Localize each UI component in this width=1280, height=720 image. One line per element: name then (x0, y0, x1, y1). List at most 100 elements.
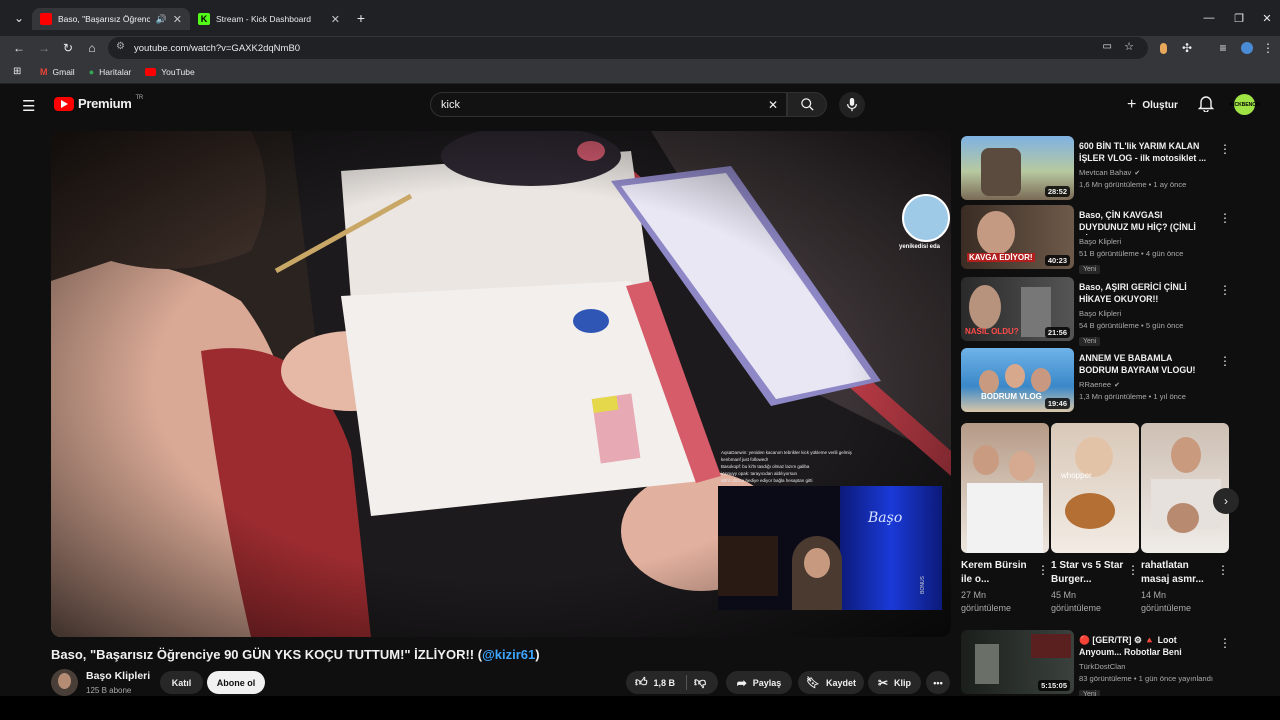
recommended-video[interactable]: 28:52 600 BİN TL'lik YARIM KALAN İŞLER V… (961, 136, 1231, 200)
tab-kick-dashboard[interactable]: K Stream - Kick Dashboard ✕ (190, 8, 348, 30)
close-tab-icon[interactable]: ✕ (173, 13, 182, 26)
short-item[interactable]: rahatlatan masaj asmr... 14 Mn görüntüle… (1141, 423, 1229, 615)
close-window-icon[interactable]: ✕ (1250, 0, 1280, 36)
shorts-next-button[interactable]: › (1213, 488, 1239, 514)
video-thumbnail[interactable]: 28:52 (961, 136, 1074, 200)
clear-search-icon[interactable]: ✕ (768, 98, 778, 112)
save-button[interactable]: 🔖︎ Kaydet (798, 671, 864, 694)
site-info-icon[interactable]: ⚙ (116, 41, 125, 52)
subscribe-label: Abone ol (216, 677, 256, 688)
clip-label: Klip (894, 677, 912, 688)
search-input[interactable]: kick ✕ (430, 92, 787, 117)
channel-name[interactable]: Başo Klipleri (1079, 309, 1121, 318)
video-player[interactable]: yenikedisi eda AqsaDanwin: yeniden kacan… (51, 131, 951, 637)
dislike-icon[interactable]: 👎︎ (694, 675, 706, 690)
video-title[interactable]: Baso, ÇİN KAVGASI DUYDUNUZ MU HİÇ? (ÇİNL… (1079, 209, 1209, 235)
more-vertical-icon[interactable]: ⋮ (1219, 142, 1231, 156)
extensions-puzzle-icon[interactable]: ✣ (1176, 38, 1198, 58)
forward-icon[interactable]: → (33, 38, 55, 58)
more-vertical-icon[interactable]: ⋮ (1127, 563, 1139, 577)
title-mention-link[interactable]: @kizir61 (482, 647, 535, 662)
like-count[interactable]: 1,8 B (654, 678, 676, 688)
video-title: Baso, "Başarısız Öğrenciye 90 GÜN YKS KO… (51, 647, 540, 662)
recommended-video[interactable]: BODRUM VLOG 19:46 ANNEM VE BABAMLA BODRU… (961, 348, 1231, 412)
join-button[interactable]: Katıl (160, 671, 203, 694)
recommended-video[interactable]: NASIL OLDU? 21:56 Baso, AŞIRI GERİCİ ÇİN… (961, 277, 1231, 346)
short-thumbnail[interactable]: whopper (1051, 423, 1139, 553)
tab-youtube[interactable]: Baso, "Başarısız Öğrenciye 90 GÜN YKS KO… (32, 8, 190, 30)
short-item[interactable]: whopper 1 Star vs 5 Star Burger... 45 Mn… (1051, 423, 1139, 615)
channel-name[interactable]: Başo Klipleri (86, 670, 150, 682)
account-avatar[interactable]: KICKBENCH (1230, 94, 1260, 115)
more-vertical-icon[interactable]: ⋮ (1217, 563, 1229, 577)
search-icon (800, 98, 814, 111)
tab-search-chevron-icon[interactable]: ⌄ (8, 8, 30, 28)
bookmark-youtube[interactable]: YouTube (145, 67, 195, 77)
home-icon[interactable]: ⌂ (81, 38, 103, 58)
back-icon[interactable]: ← (8, 38, 30, 58)
browser-toolbar: ← → ↻ ⌂ ⚙ youtube.com/watch?v=GAXK2dqNmB… (0, 36, 1280, 60)
youtube-icon (145, 67, 157, 76)
bookmark-star-icon[interactable]: ☆ (1124, 40, 1134, 53)
short-item[interactable]: Kerem Bürsin ile o... 27 Mn görüntüleme … (961, 423, 1049, 615)
profile-icon[interactable] (1236, 38, 1258, 58)
media-control-icon[interactable]: ≡ (1212, 38, 1234, 58)
youtube-logo[interactable]: Premium TR (54, 95, 143, 111)
browser-menu-icon[interactable]: ⋮ (1260, 38, 1276, 58)
more-vertical-icon[interactable]: ⋮ (1219, 211, 1231, 225)
channel-name[interactable]: RRaenee (1079, 380, 1111, 389)
search-button[interactable] (787, 92, 827, 117)
cast-icon[interactable]: ▭ (1103, 41, 1112, 52)
subscribe-button[interactable]: Abone ol (207, 671, 265, 694)
recommended-video[interactable]: KAVGA EDİYOR! 40:23 Baso, ÇİN KAVGASI DU… (961, 205, 1231, 274)
video-thumbnail[interactable]: NASIL OLDU? 21:56 (961, 277, 1074, 341)
streamer-cat-avatar (902, 194, 950, 242)
bookmark-gmail[interactable]: M Gmail (40, 67, 75, 77)
create-button[interactable]: + Oluştur (1127, 96, 1178, 114)
share-label: Paylaş (752, 677, 782, 688)
tab-title: Baso, "Başarısız Öğrenciye 90 GÜN YKS KO… (58, 14, 150, 24)
video-title[interactable]: ANNEM VE BABAMLA BODRUM BAYRAM VLOGU! (1079, 352, 1209, 378)
short-title[interactable]: rahatlatan masaj asmr... (1141, 559, 1217, 587)
video-thumbnail[interactable]: 5:15:05 (961, 630, 1074, 694)
video-title[interactable]: 600 BİN TL'lik YARIM KALAN İŞLER VLOG - … (1079, 140, 1209, 166)
bookmark-maps[interactable]: ● Haritalar (89, 67, 132, 77)
recommended-live-video[interactable]: 5:15:05 🔴 [GER/TR] ⚙ 🔺 Loot Anyoum... Ro… (961, 630, 1231, 699)
voice-search-button[interactable] (839, 92, 865, 118)
thumbnail-text: NASIL OLDU? (965, 327, 1019, 336)
video-title[interactable]: Baso, AŞIRI GERİCİ ÇİNLİ HİKAYE OKUYOR!! (1079, 281, 1209, 307)
more-vertical-icon[interactable]: ⋮ (1037, 563, 1049, 577)
share-arrow-icon: ➦ (736, 675, 747, 690)
more-actions-button[interactable]: ••• (926, 671, 950, 694)
more-vertical-icon[interactable]: ⋮ (1219, 283, 1231, 297)
short-thumbnail[interactable] (1141, 423, 1229, 553)
channel-name[interactable]: Mevtcan Bahav (1079, 168, 1131, 177)
extension-icon[interactable] (1152, 38, 1174, 58)
like-icon[interactable]: 👍︎ (635, 675, 648, 690)
channel-avatar[interactable] (51, 669, 78, 696)
channel-name[interactable]: Başo Klipleri (1079, 237, 1121, 246)
more-vertical-icon[interactable]: ⋮ (1219, 354, 1231, 368)
speaker-icon[interactable]: 🔊 (156, 14, 167, 25)
new-tab-icon[interactable]: + (350, 8, 372, 28)
more-vertical-icon[interactable]: ⋮ (1219, 636, 1231, 650)
hamburger-menu-icon[interactable]: ☰ (22, 97, 35, 115)
short-thumbnail[interactable] (961, 423, 1049, 553)
clip-button[interactable]: ✂ Klip (868, 671, 921, 694)
close-tab-icon[interactable]: ✕ (331, 13, 340, 26)
bookmark-label: Haritalar (99, 66, 132, 77)
apps-grid-icon[interactable]: ⊞ (13, 66, 21, 77)
video-thumbnail[interactable]: BODRUM VLOG 19:46 (961, 348, 1074, 412)
notifications-bell-icon[interactable] (1197, 95, 1215, 117)
short-title[interactable]: 1 Star vs 5 Star Burger... (1051, 559, 1127, 587)
video-thumbnail[interactable]: KAVGA EDİYOR! 40:23 (961, 205, 1074, 269)
short-title[interactable]: Kerem Bürsin ile o... (961, 559, 1037, 587)
join-label: Katıl (171, 677, 192, 688)
minimize-icon[interactable]: — (1192, 0, 1226, 36)
channel-name[interactable]: TürkDostClan (1079, 662, 1125, 671)
short-views: 27 Mn görüntüleme (961, 590, 1012, 613)
address-bar[interactable]: ⚙ youtube.com/watch?v=GAXK2dqNmB0 ▭ ☆ (108, 37, 1148, 59)
reload-icon[interactable]: ↻ (57, 38, 79, 58)
share-button[interactable]: ➦ Paylaş (726, 671, 792, 694)
video-title[interactable]: 🔴 [GER/TR] ⚙ 🔺 Loot Anyoum... Robotlar B… (1079, 634, 1209, 660)
